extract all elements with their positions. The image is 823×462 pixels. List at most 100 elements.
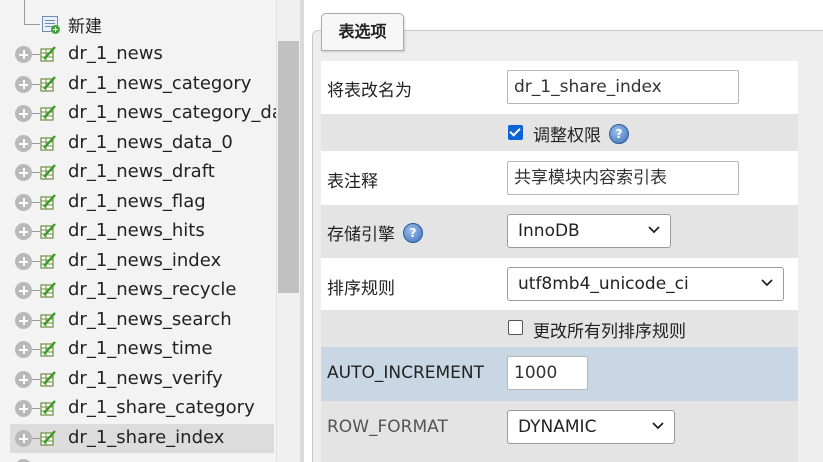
tree-item-dr-1-news-time[interactable]: dr_1_news_time [10,335,274,364]
expand-icon[interactable] [15,223,32,240]
table-icon [40,193,56,210]
tree-item-dr-1-news-flag[interactable]: dr_1_news_flag [10,188,274,217]
tree-line [32,54,40,55]
table-name[interactable]: dr_1_news_draft [68,161,215,182]
tree-item-dr-1-news-search[interactable]: dr_1_news_search [10,306,274,335]
comment-input[interactable]: 共享模块内容索引表 [507,161,739,195]
expand-icon[interactable] [15,252,32,270]
table-name[interactable]: dr_1_share_index [68,427,224,448]
nav-scrollbar-thumb[interactable] [278,41,299,293]
tree-line [32,319,40,321]
tree-item-dr-1-news-recycle[interactable]: dr_1_news_recycle [10,276,274,305]
panel-divider[interactable] [300,0,304,462]
tree-line [32,113,40,114]
tree-line [24,24,40,25]
table-icon [40,105,56,121]
expand-icon[interactable] [15,193,32,211]
tree-new-table[interactable]: + 新建 [0,0,276,38]
collation-select[interactable]: utf8mb4_unicode_ci [507,267,784,301]
tree-item-dr-1-news-verify[interactable]: dr_1_news_verify [10,365,274,394]
comment-label: 表注释 [327,172,378,192]
table-name[interactable]: dr_1_news_data_0 [68,132,233,153]
row-format-select[interactable]: DYNAMIC [507,410,675,444]
expand-icon[interactable] [15,134,32,152]
table-icon [40,164,56,180]
table-icon [40,252,56,269]
table-icon [40,429,56,446]
table-options-legend: 表选项 [321,13,404,51]
table-icon [40,46,56,62]
table-name[interactable]: dr_1_news_index [68,250,221,271]
tree-line [32,201,40,203]
tree-item-dr-1-news-hits[interactable]: dr_1_news_hits [10,217,274,246]
auto-increment-input[interactable]: 1000 [507,356,588,390]
table-icon [40,282,56,298]
expand-icon[interactable] [15,400,32,417]
expand-icon[interactable] [15,370,32,388]
table-icon [40,311,56,328]
tree-item-dr-1-news-data-0[interactable]: dr_1_news_data_0 [10,129,274,158]
adjust-privileges-label[interactable]: 调整权限 [533,121,601,146]
tree-line [32,172,40,173]
expand-icon[interactable] [15,164,32,181]
table-name[interactable]: dr_1_news_verify [68,368,223,389]
table-name[interactable]: dr_1_news_flag [68,191,206,212]
new-table-label: 新建 [68,17,102,37]
table-name[interactable]: dr_1_news_search [68,309,232,330]
table-name[interactable]: dr_1_news_time [68,338,213,359]
tree-line [32,408,40,409]
nav-scrollbar[interactable] [276,0,300,462]
phpmyadmin-window: + 新建 dr_1_news dr_1_news_category dr_1_n… [0,0,823,462]
expand-icon[interactable] [15,429,32,447]
storage-engine-select[interactable]: InnoDB [507,214,671,248]
database-tree: + 新建 dr_1_news dr_1_news_category dr_1_n… [0,0,276,462]
tree-line [32,83,40,85]
tree-line [32,260,40,262]
collation-value: utf8mb4_unicode_ci [518,274,689,294]
tree-item-dr-1-news[interactable]: dr_1_news [10,40,274,69]
rename-input[interactable]: dr_1_share_index [507,70,739,104]
chevron-down-icon [652,422,664,430]
table-name[interactable]: dr_1_news_category_dat [68,102,276,123]
change-all-collation-label[interactable]: 更改所有列排序规则 [533,317,686,342]
table-name[interactable]: dr_1_news_category [68,73,251,94]
collation-label: 排序规则 [327,279,395,299]
tree-item-partial[interactable] [10,453,274,462]
tree-line [24,0,25,24]
tree-line [32,437,40,439]
help-icon[interactable]: ? [609,124,629,144]
expand-icon[interactable] [15,311,32,329]
tree-item-dr-1-share-index[interactable]: dr_1_share_index [10,423,274,453]
tree-line [32,349,40,350]
expand-icon[interactable] [15,282,32,299]
change-all-collation-checkbox[interactable] [508,320,523,335]
tree-line [32,290,40,291]
expand-icon[interactable] [15,105,32,122]
table-icon [40,223,56,239]
chevron-down-icon [761,279,773,287]
expand-icon[interactable] [15,75,32,93]
expand-icon[interactable] [15,46,32,63]
tree-item-dr-1-news-draft[interactable]: dr_1_news_draft [10,158,274,187]
help-icon[interactable]: ? [403,223,423,243]
table-icon [40,75,56,92]
storage-engine-value: InnoDB [518,221,580,241]
table-name[interactable]: dr_1_news [68,43,163,64]
table-icon [40,400,56,416]
auto-increment-label: AUTO_INCREMENT [327,363,485,383]
expand-icon[interactable] [15,341,32,358]
table-name[interactable]: dr_1_share_category [68,397,255,418]
tree-item-dr-1-news-category[interactable]: dr_1_news_category [10,70,274,99]
tree-item-dr-1-share-category[interactable]: dr_1_share_category [10,394,274,423]
tree-item-dr-1-news-index[interactable]: dr_1_news_index [10,247,274,276]
adjust-privileges-checkbox[interactable] [508,125,523,140]
tree-item-dr-1-news-category-data[interactable]: dr_1_news_category_dat [10,99,276,128]
table-name[interactable]: dr_1_news_recycle [68,279,236,300]
table-icon [40,134,56,151]
tree-line [32,231,40,232]
table-name[interactable]: dr_1_news_hits [68,220,205,241]
table-icon [40,370,56,387]
table-icon [40,341,56,357]
tree-line [32,378,40,380]
new-table-icon: + [42,16,60,34]
